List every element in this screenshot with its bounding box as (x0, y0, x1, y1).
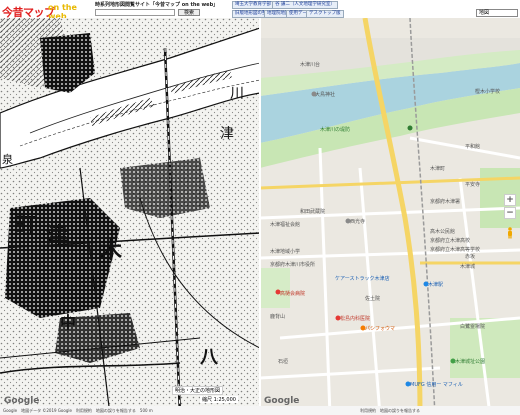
link-tani-lab[interactable]: 谷 謙二（人文地理学研究室） (272, 1, 338, 9)
map-poi: 木津川台 (300, 61, 320, 68)
map-poi: 京都府木津署 (430, 198, 460, 205)
map-poi: 木津地域小学 (270, 248, 300, 255)
map-poi: 樫木小学校 (475, 88, 500, 95)
map-label: 中 (60, 313, 76, 332)
site-logo[interactable]: 今昔マップ on the web (2, 1, 84, 21)
zoom-out-button[interactable]: − (504, 207, 516, 219)
map-poi: 京都府立木津高校 (430, 237, 470, 244)
map-poi: 京都府立木津高等学校 (430, 246, 480, 253)
footer-attribution[interactable]: Google 地図データ ©2019 Google 利用規約 地図の誤りを報告す… (3, 408, 153, 413)
map-poi: 高樋会病院 (280, 290, 305, 297)
map-label: 津 (220, 126, 234, 142)
map-divider[interactable] (259, 18, 261, 415)
map-poi: 木津川の堤防 (320, 126, 350, 133)
site-title: 時系列地形図閲覧サイト「今昔マップ on the web」 (95, 2, 219, 8)
historic-map-canvas: 泉 町 津 木 八 中 津 川 (0, 18, 260, 415)
zoom-in-button[interactable]: + (504, 194, 516, 206)
google-logo: Google (4, 396, 40, 406)
modern-map-panel[interactable]: 木津川の堤防 木津川台 木津町 西光寺 和田武蔵院 木津福祉会館 大鳥神社 平安… (260, 18, 520, 415)
map-poi: 松島内科医院 (340, 315, 370, 322)
map-poi: ケアーストラック木津店 (335, 275, 389, 282)
map-poi: 平安寺 (465, 181, 480, 188)
map-poi: 木津駅 (428, 281, 443, 288)
map-poi: 鹿背山 (270, 313, 285, 320)
modern-map-canvas: 木津川の堤防 木津川台 木津町 西光寺 和田武蔵院 木津福祉会館 大鳥神社 平安… (260, 18, 520, 415)
map-poi: 白鷺霊場院 (460, 323, 485, 330)
map-poi: 木津城 (460, 263, 475, 270)
search-input[interactable] (95, 9, 175, 16)
map-status-text: 縮尺 1:25,000 (200, 396, 238, 403)
map-poi: 西光寺 (350, 218, 365, 225)
search-button[interactable]: 検索 (178, 9, 200, 16)
map-label: 津 (46, 223, 68, 249)
google-logo: Google (264, 396, 300, 406)
map-poi: 京都府木津川市役所 (270, 261, 315, 268)
header-bar: 今昔マップ on the web 時系列地形図閲覧サイト「今昔マップ on th… (0, 0, 520, 21)
map-poi: MUFG 信用ー マフィル (410, 381, 463, 388)
map-scale-note: 明治・大正の地形図 (172, 386, 224, 395)
map-label: 町 (14, 214, 36, 239)
map-poi: 和田武蔵院 (300, 208, 325, 215)
footer-links[interactable]: 利用規約 地図の誤りを報告する (360, 406, 420, 415)
map-poi: 木津福祉会館 (270, 221, 300, 228)
link-desktop-version[interactable]: デスクトップ版 (306, 10, 344, 18)
map-poi: 石垣 (278, 358, 288, 365)
map-label: 泉 (2, 152, 13, 166)
street-view-pegman-icon[interactable] (506, 224, 514, 239)
map-poi: パシフォウマ (365, 325, 395, 332)
map-poi: 木津城址公園 (455, 358, 485, 365)
map-label: 川 (230, 86, 244, 102)
map-poi: 平和館 (465, 143, 480, 150)
map-poi: 高木公民館 (430, 228, 455, 235)
map-poi: 佐土院 (365, 295, 380, 302)
historic-map-panel[interactable]: 泉 町 津 木 八 中 津 川 Google 明治・大正の地形図 縮尺 1:25… (0, 18, 260, 415)
map-type-select[interactable]: 地図 (476, 9, 518, 17)
map-label: 木 (99, 239, 123, 264)
link-saitama-univ[interactable]: 埼玉大学教育学部 (232, 1, 274, 9)
footer-bar: Google 地図データ ©2019 Google 利用規約 地図の誤りを報告す… (0, 406, 520, 415)
map-label: 八 (200, 347, 219, 368)
map-poi: 赤坂 (465, 253, 475, 260)
map-poi: 大鳥神社 (315, 91, 335, 98)
map-poi: 木津町 (430, 165, 445, 172)
